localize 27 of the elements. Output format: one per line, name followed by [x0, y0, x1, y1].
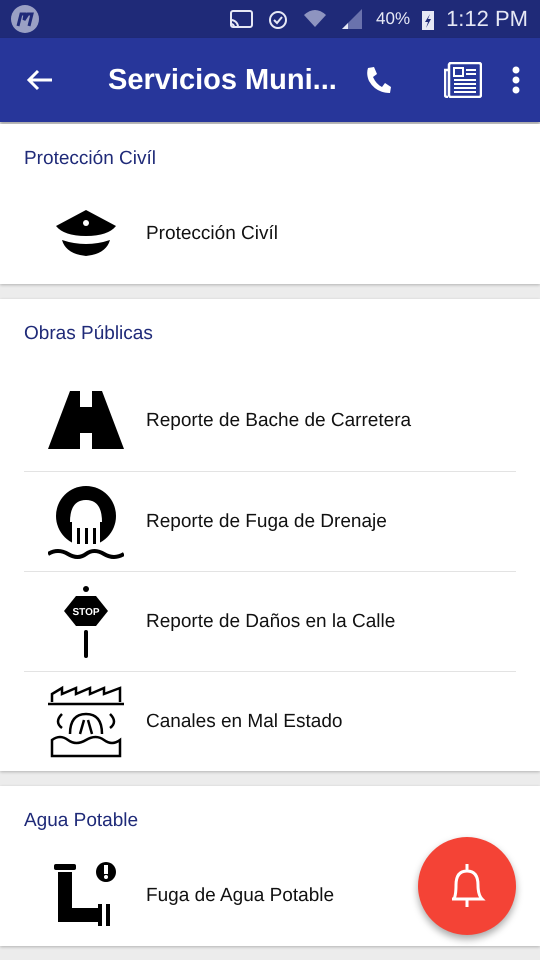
clock-time: 1:12 PM [446, 6, 528, 32]
section-title: Protección Civíl [24, 147, 157, 171]
service-item[interactable]: Reporte de Bache de Carretera [24, 371, 412, 471]
screen-title: Servicios Muni... [108, 64, 338, 96]
service-item[interactable]: Canales en Mal Estado [24, 672, 342, 771]
section-title: Obras Públicas [24, 322, 154, 346]
service-item[interactable]: STOP Reporte de Daños en la Calle [24, 572, 396, 671]
service-label: Protección Civíl [146, 223, 278, 245]
service-label: Canales en Mal Estado [146, 710, 342, 732]
back-button[interactable] [26, 68, 54, 92]
battery-percent: 40% [376, 9, 410, 29]
factory-canal-icon [48, 684, 124, 760]
more-options-button[interactable] [512, 66, 520, 94]
service-item[interactable]: Reporte de Fuga de Drenaje [24, 472, 387, 571]
cast-icon [228, 8, 254, 30]
service-label: Reporte de Bache de Carretera [146, 410, 412, 432]
service-label: Fuga de Agua Potable [146, 885, 334, 907]
battery-charging-icon [422, 8, 434, 30]
drain-pipe-icon [48, 484, 124, 560]
signal-icon [340, 7, 364, 31]
service-label: Reporte de Daños en la Calle [146, 610, 396, 632]
phone-button[interactable] [364, 65, 392, 95]
news-button[interactable] [444, 62, 482, 98]
service-label: Reporte de Fuga de Drenaje [146, 510, 387, 532]
section-title: Agua Potable [24, 809, 140, 833]
service-item[interactable]: Protección Civíl [24, 184, 278, 284]
service-item[interactable]: Fuga de Agua Potable [24, 846, 334, 946]
